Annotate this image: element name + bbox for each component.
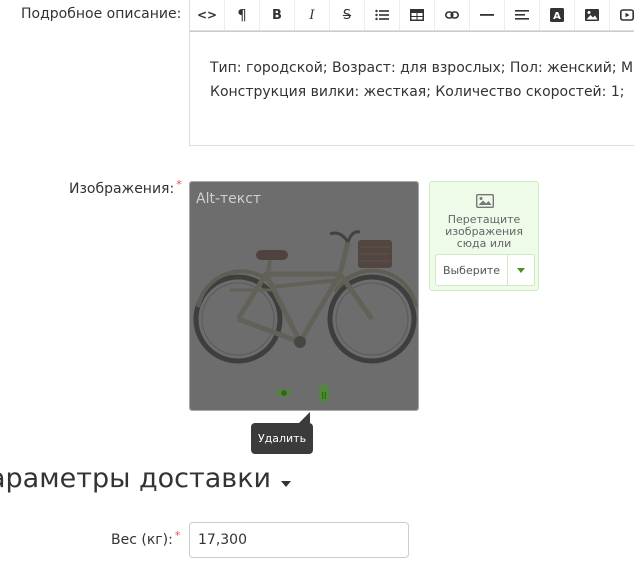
- image-icon: [585, 9, 599, 21]
- image-card-overlay: [190, 182, 418, 410]
- dropzone-text: Перетащите изображения сюда или: [445, 213, 523, 250]
- weight-label: Вес (кг): *: [111, 529, 181, 548]
- insert-image-button[interactable]: [575, 0, 610, 30]
- description-line-1: Тип: городской; Возраст: для взрослых; П…: [210, 60, 634, 76]
- link-icon: [445, 11, 459, 19]
- paragraph-button[interactable]: ¶: [225, 0, 260, 30]
- images-label: Изображения: *: [69, 178, 182, 197]
- preview-button[interactable]: [275, 384, 293, 402]
- description-line-2: Конструкция вилки: жесткая; Количество с…: [210, 84, 625, 100]
- pilcrow-icon: ¶: [237, 6, 247, 24]
- trash-icon: [318, 385, 330, 401]
- image-card[interactable]: Alt-текст: [189, 181, 419, 411]
- list-button[interactable]: [365, 0, 400, 30]
- caret-down-icon: [517, 267, 525, 273]
- choose-source-dropdown[interactable]: [508, 255, 534, 285]
- weight-input[interactable]: [189, 522, 409, 558]
- svg-text:A: A: [553, 11, 561, 22]
- image-icon: [476, 194, 494, 208]
- text-color-button[interactable]: A: [540, 0, 575, 30]
- bold-icon: B: [272, 7, 282, 23]
- tooltip-arrow: [299, 412, 310, 423]
- image-dropzone[interactable]: Перетащите изображения сюда или Выберите: [429, 181, 539, 291]
- video-icon: [620, 9, 634, 21]
- table-icon: [410, 9, 424, 21]
- image-card-actions: [190, 384, 418, 402]
- horizontal-rule-icon: [480, 14, 494, 16]
- required-mark: *: [176, 178, 182, 191]
- choose-file-button[interactable]: Выберите: [436, 255, 508, 285]
- caret-down-icon[interactable]: [281, 481, 291, 487]
- editor-toolbar: <> ¶ B I S A: [189, 0, 634, 31]
- eye-icon: [276, 389, 292, 397]
- code-icon: <>: [196, 8, 218, 22]
- weight-label-text: Вес (кг):: [111, 532, 173, 548]
- table-button[interactable]: [400, 0, 435, 30]
- alt-text-label[interactable]: Alt-текст: [196, 191, 261, 207]
- images-label-text: Изображения:: [69, 181, 175, 197]
- text-color-icon: A: [550, 8, 564, 22]
- bulleted-list-icon: [375, 9, 389, 21]
- horizontal-rule-button[interactable]: [470, 0, 505, 30]
- delete-tooltip: Удалить: [251, 423, 313, 454]
- align-left-icon: [515, 10, 529, 20]
- italic-button[interactable]: I: [295, 0, 330, 30]
- description-label: Подробное описание:: [21, 6, 182, 22]
- link-button[interactable]: [435, 0, 470, 30]
- delete-button[interactable]: [315, 384, 333, 402]
- align-button[interactable]: [505, 0, 540, 30]
- strikethrough-button[interactable]: S: [330, 0, 365, 30]
- delivery-section-title[interactable]: араметры доставки: [0, 463, 271, 494]
- code-view-button[interactable]: <>: [190, 0, 225, 30]
- description-editor[interactable]: Тип: городской; Возраст: для взрослых; П…: [189, 31, 634, 146]
- insert-video-button[interactable]: [610, 0, 634, 30]
- italic-icon: I: [309, 7, 315, 23]
- strikethrough-icon: S: [342, 7, 352, 23]
- bold-button[interactable]: B: [260, 0, 295, 30]
- required-mark: *: [174, 529, 181, 542]
- choose-file-button-group: Выберите: [435, 254, 535, 286]
